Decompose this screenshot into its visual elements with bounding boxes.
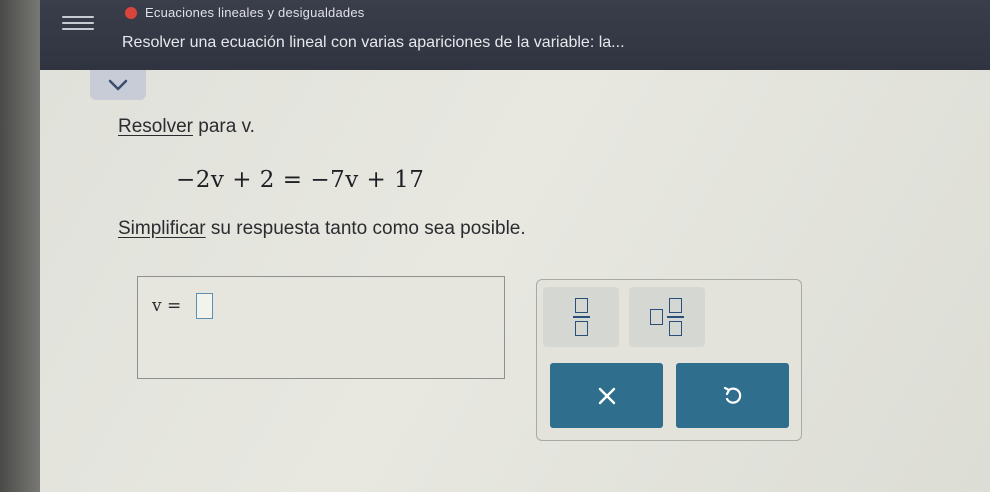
fraction-key[interactable]: [543, 287, 619, 347]
chevron-down-icon: [108, 79, 128, 91]
mixed-number-icon: [650, 298, 684, 336]
lesson-title: Resolver una ecuación lineal con varias …: [122, 34, 625, 51]
simplificar-link[interactable]: Simplificar: [118, 218, 206, 239]
answer-area[interactable]: [137, 276, 505, 379]
clear-button[interactable]: [550, 363, 663, 428]
prompt-text: para v.: [192, 116, 255, 137]
instruction: Simplificar su respuesta tanto como sea …: [118, 218, 526, 240]
fraction-icon: [572, 298, 590, 336]
menu-icon[interactable]: [62, 12, 94, 36]
collapse-toggle[interactable]: [90, 70, 146, 100]
equation: −2v + 2 = −7v + 17: [176, 167, 425, 193]
answer-label: v =: [152, 296, 182, 316]
problem-prompt: Resolver para v.: [118, 116, 255, 138]
answer-input[interactable]: [196, 293, 213, 319]
topic-status-dot: [125, 6, 137, 19]
undo-button[interactable]: [676, 363, 789, 428]
undo-icon: [723, 386, 741, 404]
x-icon: [598, 387, 615, 404]
mixed-number-key[interactable]: [629, 287, 705, 347]
instruction-text: su respuesta tanto como sea posible.: [205, 218, 526, 239]
resolver-link[interactable]: Resolver: [118, 116, 193, 137]
topic-title: Ecuaciones lineales y desigualdades: [145, 5, 365, 20]
topic-row: Ecuaciones lineales y desigualdades: [125, 5, 364, 20]
